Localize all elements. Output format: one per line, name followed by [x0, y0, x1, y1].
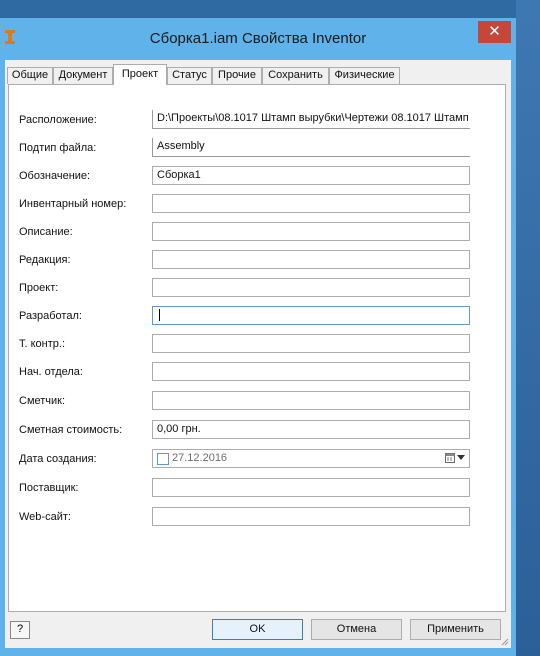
- designer-field[interactable]: [152, 306, 470, 325]
- title-bar[interactable]: Сборка1.iam Свойства Inventor ✕: [0, 18, 516, 51]
- tab-general[interactable]: Общие: [7, 67, 53, 84]
- designer-label: Разработал:: [19, 310, 82, 322]
- text-caret: [159, 309, 160, 322]
- estimator-label: Сметчик:: [19, 395, 66, 407]
- file-subtype-label: Подтип файла:: [19, 142, 97, 154]
- estimated-cost-label: Сметная стоимость:: [19, 424, 123, 436]
- project-label: Проект:: [19, 282, 59, 294]
- department-head-field[interactable]: [152, 362, 470, 381]
- engineer-label: Т. контр.:: [19, 338, 66, 350]
- creation-date-label: Дата создания:: [19, 453, 97, 465]
- revision-field[interactable]: [152, 250, 470, 269]
- tab-status[interactable]: Статус: [167, 67, 212, 84]
- vendor-field[interactable]: [152, 478, 470, 497]
- help-icon: ?: [16, 623, 24, 635]
- tab-project[interactable]: Проект: [113, 64, 167, 85]
- stock-number-field[interactable]: [152, 194, 470, 213]
- calendar-icon: [445, 453, 455, 463]
- date-enable-checkbox[interactable]: [157, 452, 169, 465]
- tab-physical[interactable]: Физические: [329, 67, 400, 84]
- resize-grip-icon[interactable]: [499, 636, 509, 646]
- properties-dialog: Сборка1.iam Свойства Inventor ✕ Общие До…: [0, 18, 516, 656]
- apply-button[interactable]: Применить: [410, 619, 501, 640]
- help-button[interactable]: ?: [10, 621, 30, 639]
- file-subtype-field: Assembly: [152, 138, 470, 157]
- part-number-label: Обозначение:: [19, 170, 91, 182]
- tab-custom[interactable]: Прочие: [212, 67, 262, 84]
- revision-label: Редакция:: [19, 254, 71, 266]
- cancel-button[interactable]: Отмена: [311, 619, 402, 640]
- stock-number-label: Инвентарный номер:: [19, 198, 127, 210]
- tab-save[interactable]: Сохранить: [262, 67, 329, 84]
- description-field[interactable]: [152, 222, 470, 241]
- engineer-field[interactable]: [152, 334, 470, 353]
- estimator-field[interactable]: [152, 391, 470, 410]
- chevron-down-icon: [457, 455, 465, 460]
- part-number-field[interactable]: Сборка1: [152, 166, 470, 185]
- description-label: Описание:: [19, 226, 73, 238]
- tab-document[interactable]: Документ: [53, 67, 113, 84]
- desktop-background: [516, 0, 540, 656]
- estimated-cost-field[interactable]: 0,00 грн.: [152, 420, 470, 439]
- date-dropdown-button[interactable]: [445, 453, 465, 465]
- close-button[interactable]: ✕: [478, 21, 511, 43]
- creation-date-value: 27.12.2016: [172, 452, 228, 464]
- location-label: Расположение:: [19, 114, 97, 126]
- window-title: Сборка1.iam Свойства Inventor: [149, 30, 367, 47]
- website-field[interactable]: [152, 507, 470, 526]
- dialog-client-area: Общие Документ Проект Статус Прочие Сохр…: [5, 60, 511, 648]
- creation-date-picker[interactable]: 27.12.2016: [152, 449, 470, 468]
- project-tab-panel: Расположение: D:\Проекты\08.1017 Штамп в…: [8, 84, 506, 612]
- vendor-label: Поставщик:: [19, 482, 79, 494]
- website-label: Web-сайт:: [19, 511, 71, 523]
- project-field[interactable]: [152, 278, 470, 297]
- ok-button[interactable]: OK: [212, 619, 303, 640]
- location-field: D:\Проекты\08.1017 Штамп вырубки\Чертежи…: [152, 110, 470, 129]
- department-head-label: Нач. отдела:: [19, 366, 83, 378]
